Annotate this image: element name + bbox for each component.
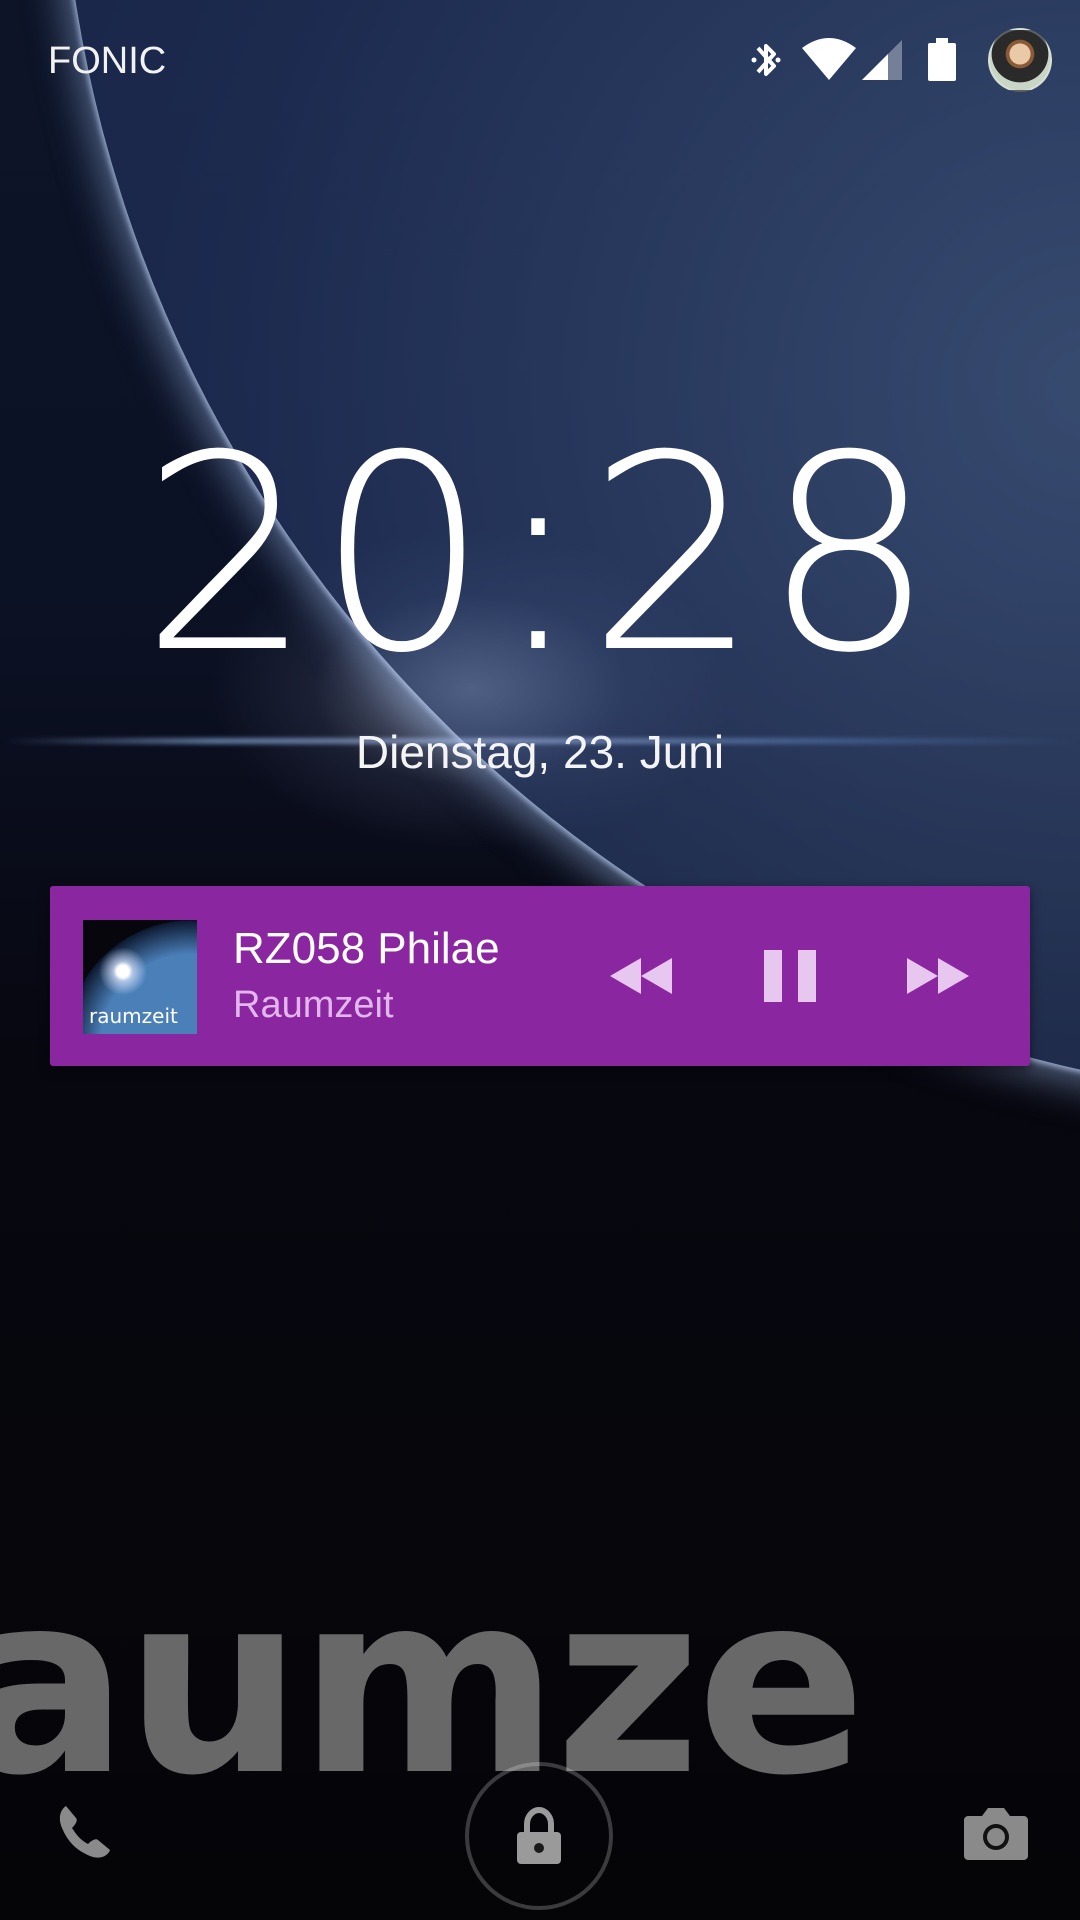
status-bar: FONIC [0, 0, 1080, 120]
track-artist: Raumzeit [233, 984, 394, 1026]
fast-forward-icon [907, 958, 969, 994]
battery-icon [928, 38, 956, 81]
wifi-icon [802, 38, 856, 80]
phone-icon[interactable] [52, 1800, 116, 1864]
rewind-button[interactable] [603, 938, 679, 1014]
lock-button[interactable] [465, 1762, 613, 1910]
album-art-label: raumzeit [89, 1004, 178, 1028]
bluetooth-icon [751, 44, 781, 76]
track-title: RZ058 Philae [233, 924, 500, 973]
pause-button[interactable] [752, 938, 828, 1014]
rewind-icon [610, 958, 672, 994]
media-notification[interactable]: raumzeit RZ058 Philae Raumzeit [50, 886, 1030, 1066]
pause-icon [764, 950, 816, 1002]
cell-signal-icon [862, 40, 902, 80]
lock-icon [517, 1806, 561, 1864]
lockscreen-date: Dienstag, 23. Juni [355, 726, 725, 778]
lockscreen-clock: 20:28 [140, 397, 940, 712]
carrier-name: FONIC [48, 40, 167, 82]
camera-icon[interactable] [962, 1800, 1030, 1864]
fast-forward-button[interactable] [900, 938, 976, 1014]
album-art: raumzeit [83, 920, 197, 1034]
wallpaper-watermark: aumze [0, 1539, 866, 1830]
user-avatar[interactable] [988, 28, 1052, 92]
